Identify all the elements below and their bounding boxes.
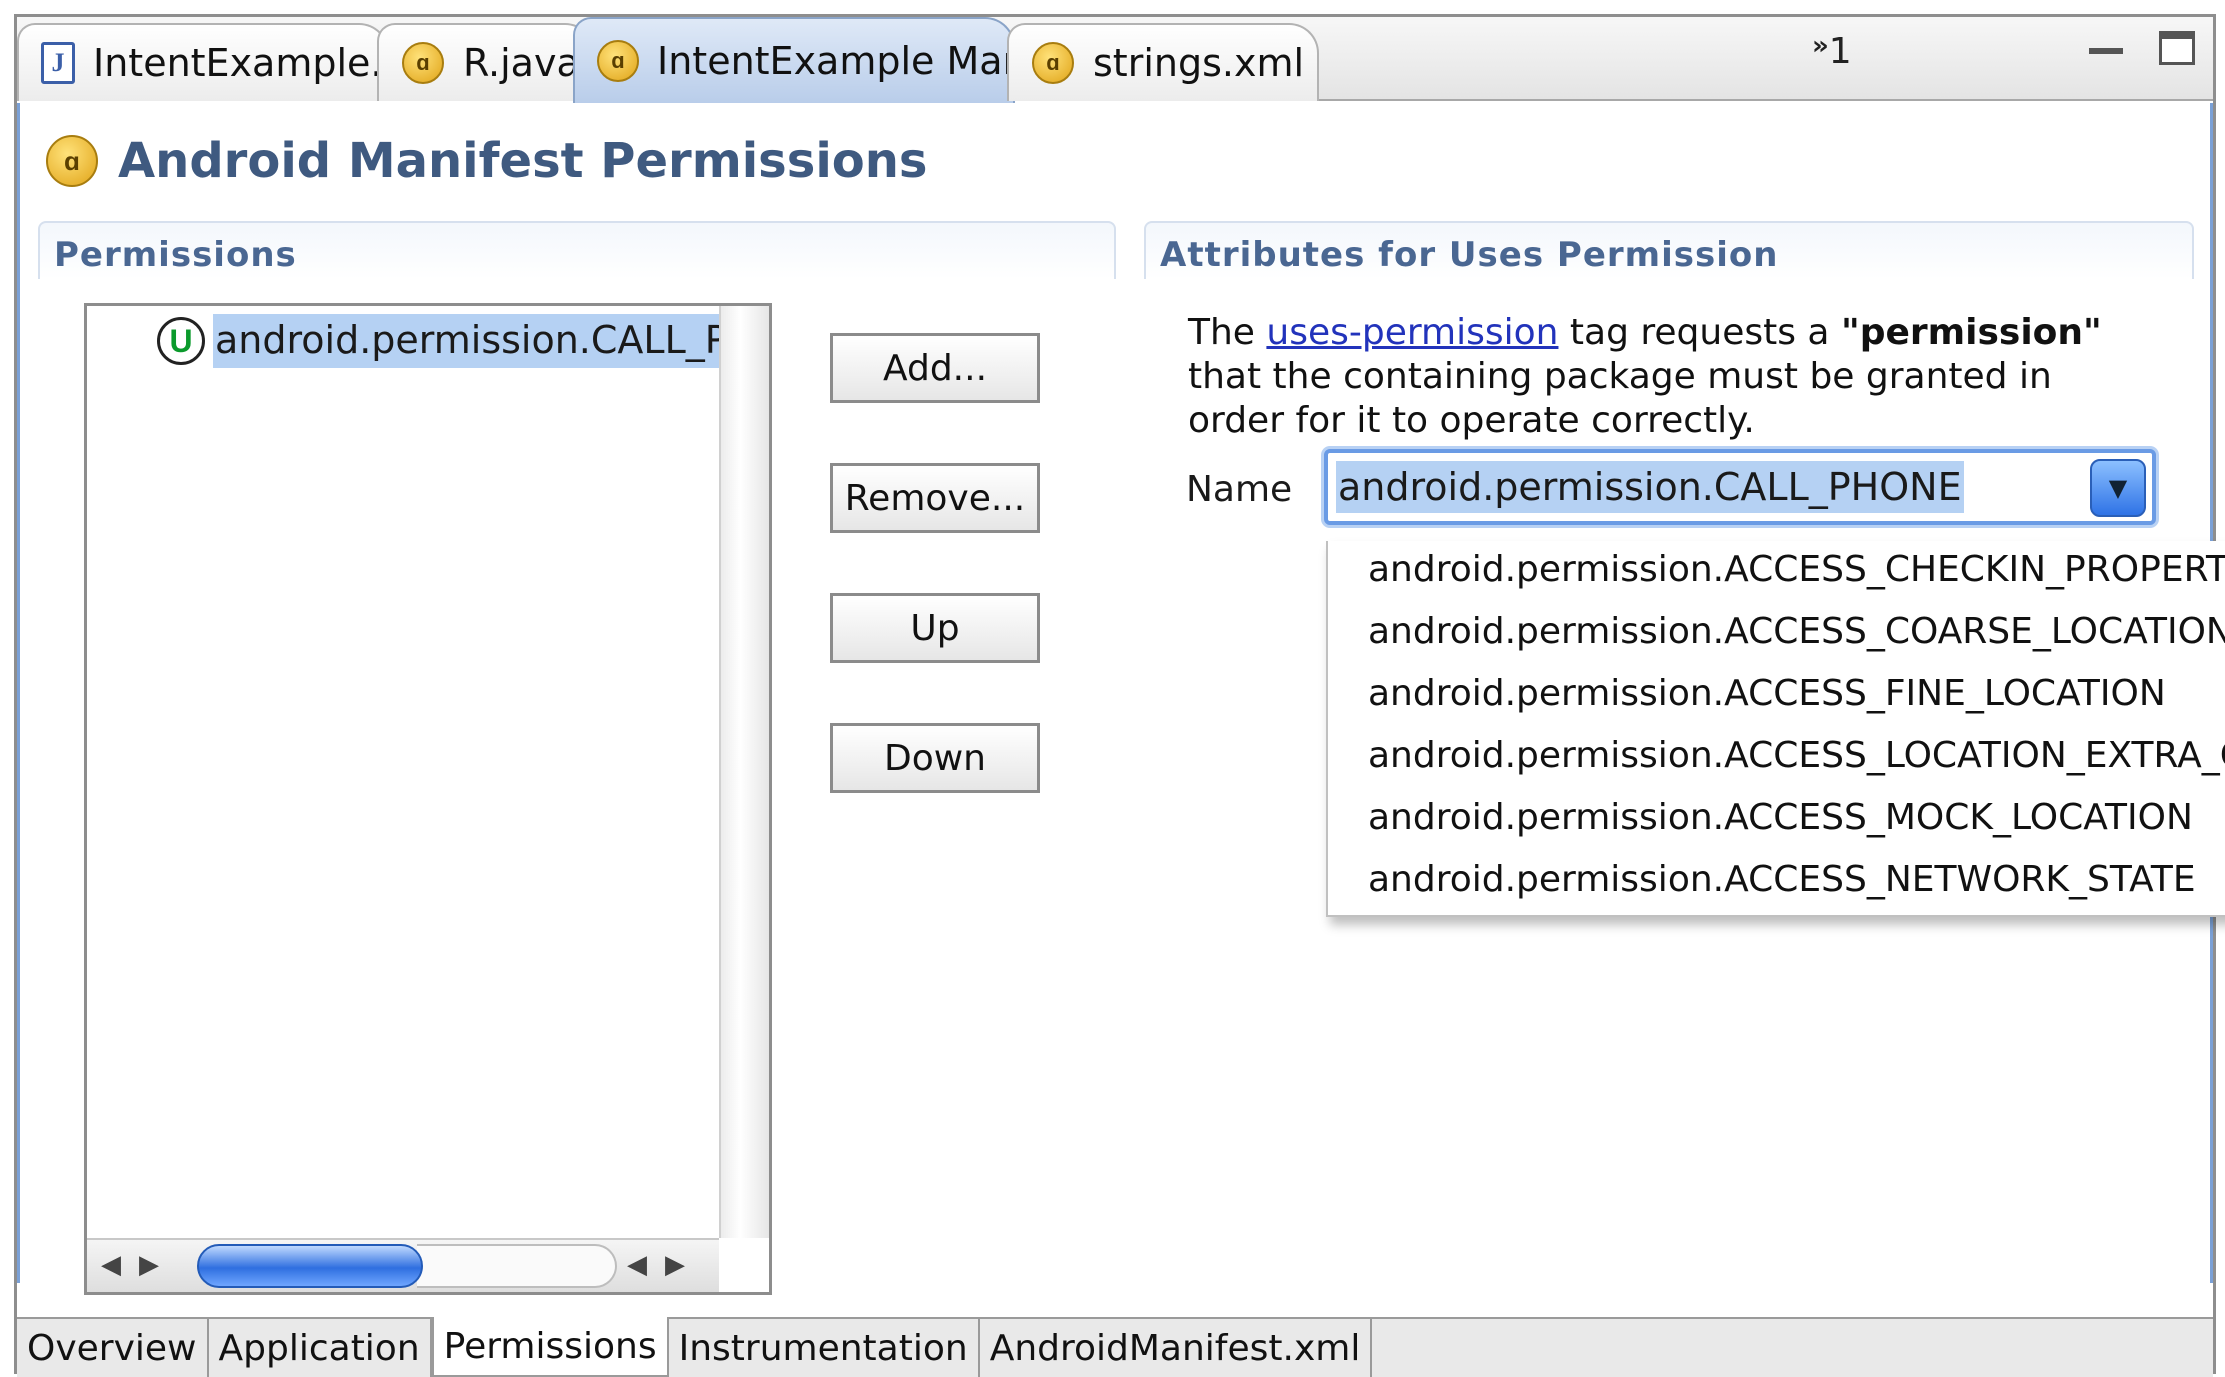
window-controls: [2089, 31, 2195, 65]
tab-permissions[interactable]: Permissions: [431, 1317, 669, 1377]
scroll-left-icon[interactable]: ◀: [627, 1250, 647, 1280]
tab-intentexample-manifest[interactable]: ɑ IntentExample Manife ☒: [573, 17, 1140, 103]
tab-overflow-button[interactable]: »1: [1812, 31, 1852, 72]
chevron-right-double-icon: »: [1812, 31, 1829, 61]
tab-instrumentation[interactable]: Instrumentation: [669, 1319, 980, 1377]
android-icon: ɑ: [46, 135, 98, 187]
dropdown-option[interactable]: android.permission.ACCESS_LOCATION_EXTRA…: [1368, 735, 2225, 776]
tab-r-java[interactable]: ɑ R.java: [377, 23, 595, 101]
minimize-icon[interactable]: [2089, 48, 2123, 54]
maximize-icon[interactable]: [2159, 31, 2195, 65]
add-button[interactable]: Add...: [830, 333, 1040, 403]
scroll-left-icon[interactable]: ◀: [101, 1250, 121, 1280]
scroll-right-icon[interactable]: ▶: [139, 1250, 159, 1280]
dropdown-option[interactable]: android.permission.ACCESS_COARSE_LOCATIO…: [1368, 611, 2225, 652]
tab-application[interactable]: Application: [209, 1319, 432, 1377]
tab-androidmanifest-xml[interactable]: AndroidManifest.xml: [980, 1319, 1373, 1377]
android-icon: ɑ: [401, 41, 445, 85]
tab-overview[interactable]: Overview: [17, 1319, 209, 1377]
scroll-right-icon[interactable]: ▶: [665, 1250, 685, 1280]
list-item-label: android.permission.CALL_PHONE: [213, 314, 721, 368]
desc-text: that the containing package must be gran…: [1188, 356, 2052, 397]
page-title-text: Android Manifest Permissions: [118, 133, 928, 189]
java-file-icon: J: [41, 41, 75, 85]
manifest-editor-content: ɑ Android Manifest Permissions Permissio…: [17, 103, 2225, 1295]
horizontal-scrollbar[interactable]: ◀ ▶ ◀ ▶: [87, 1238, 719, 1292]
attributes-section-header: Attributes for Uses Permission: [1144, 221, 2194, 279]
desc-text: order for it to operate correctly.: [1188, 400, 1755, 441]
dropdown-option[interactable]: android.permission.ACCESS_FINE_LOCATION: [1368, 673, 2166, 714]
permissions-section-header: Permissions: [38, 221, 1116, 279]
android-icon: ɑ: [1031, 41, 1075, 85]
scrollbar-thumb[interactable]: [197, 1244, 423, 1288]
desc-text: The: [1188, 312, 1267, 353]
uses-permission-icon: U: [157, 317, 205, 365]
tab-label: strings.xml: [1093, 41, 1305, 85]
editor-window: J IntentExample.java ɑ R.java ɑ IntentEx…: [14, 14, 2225, 1377]
remove-button[interactable]: Remove...: [830, 463, 1040, 533]
scrollbar-track[interactable]: [417, 1244, 617, 1288]
attributes-description: The uses-permission tag requests a "perm…: [1188, 311, 2168, 443]
name-value[interactable]: android.permission.CALL_PHONE: [1336, 461, 1964, 513]
name-combobox[interactable]: android.permission.CALL_PHONE ▼: [1324, 449, 2156, 525]
android-icon: ɑ: [597, 39, 639, 83]
name-label: Name: [1186, 469, 1293, 510]
vertical-scrollbar[interactable]: [719, 306, 769, 1238]
overflow-count: 1: [1828, 31, 1852, 72]
page-title: ɑ Android Manifest Permissions: [46, 133, 927, 189]
permission-dropdown-list[interactable]: android.permission.ACCESS_CHECKIN_PROPER…: [1326, 541, 2225, 917]
tab-label: R.java: [463, 41, 580, 85]
manifest-page-tabs: Overview Application Permissions Instrum…: [17, 1317, 2213, 1377]
list-item[interactable]: U android.permission.CALL_PHONE: [157, 314, 721, 368]
permissions-tree[interactable]: U android.permission.CALL_PHONE ◀ ▶ ◀ ▶: [84, 303, 772, 1295]
chevron-down-icon[interactable]: ▼: [2090, 459, 2146, 517]
dropdown-option[interactable]: android.permission.ACCESS_MOCK_LOCATION: [1368, 797, 2193, 838]
desc-bold-text: "permission": [1840, 312, 2102, 353]
tab-intentexample-java[interactable]: J IntentExample.java: [17, 23, 462, 101]
editor-tab-bar: J IntentExample.java ɑ R.java ɑ IntentEx…: [17, 17, 2213, 103]
uses-permission-link[interactable]: uses-permission: [1266, 312, 1558, 353]
tab-strings-xml[interactable]: ɑ strings.xml: [1007, 23, 1319, 101]
up-button[interactable]: Up: [830, 593, 1040, 663]
down-button[interactable]: Down: [830, 723, 1040, 793]
dropdown-option[interactable]: android.permission.ACCESS_CHECKIN_PROPER…: [1368, 549, 2225, 590]
desc-text: tag requests a: [1558, 312, 1841, 353]
dropdown-option[interactable]: android.permission.ACCESS_NETWORK_STATE: [1368, 859, 2196, 900]
